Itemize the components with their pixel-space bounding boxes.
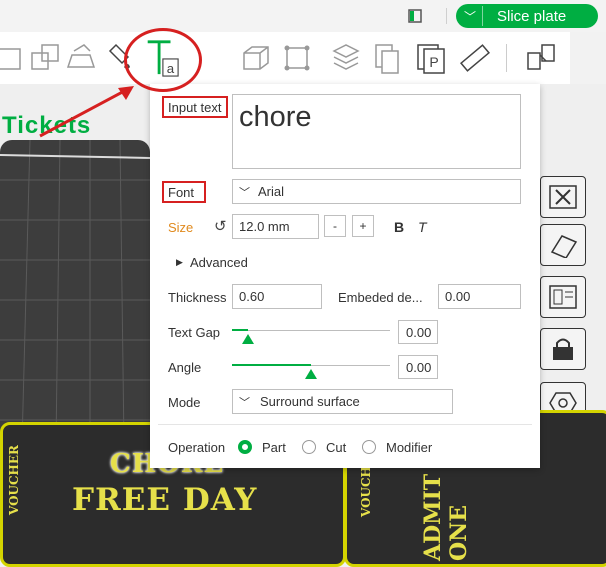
reset-icon[interactable]: ↺ bbox=[214, 217, 227, 235]
chevron-down-icon: ﹀ bbox=[239, 396, 250, 409]
admit-one-text: ADMIT ONE bbox=[420, 473, 472, 561]
close-box-icon[interactable] bbox=[540, 176, 586, 218]
lock-icon[interactable] bbox=[540, 328, 586, 370]
scale-box-icon[interactable] bbox=[278, 38, 316, 78]
operation-part-radio[interactable] bbox=[238, 440, 252, 454]
lay-flat-icon[interactable] bbox=[62, 38, 100, 78]
layout-icon[interactable] bbox=[408, 9, 422, 28]
slice-plate-button[interactable]: ﹀ Slice plate bbox=[456, 4, 598, 28]
mode-value: Surround surface bbox=[260, 394, 360, 409]
annotation-arrow bbox=[39, 86, 134, 138]
mode-select[interactable]: ﹀ Surround surface bbox=[232, 389, 453, 414]
plate-settings-icon[interactable] bbox=[540, 224, 586, 266]
angle-input[interactable]: 0.00 bbox=[398, 355, 438, 379]
chevron-down-icon: ﹀ bbox=[239, 186, 250, 199]
text-gap-input[interactable]: 0.00 bbox=[398, 320, 438, 344]
divider bbox=[446, 8, 447, 24]
operation-cut-radio[interactable] bbox=[302, 440, 316, 454]
text-tool-panel: Input text chore Font ﹀ Arial Size ↺ 12.… bbox=[150, 84, 540, 468]
angle-slider-handle[interactable] bbox=[305, 369, 317, 379]
free-day-3d-text: FREE DAY bbox=[72, 482, 258, 518]
cube-icon[interactable] bbox=[236, 38, 274, 78]
size-input[interactable]: 12.0 mm bbox=[232, 214, 319, 239]
operation-part-label[interactable]: Part bbox=[262, 440, 286, 455]
plate-glyph: P bbox=[429, 54, 438, 70]
size-decrease-button[interactable]: - bbox=[324, 215, 346, 237]
text-gap-slider-track[interactable] bbox=[232, 330, 390, 331]
plate-icon[interactable]: P bbox=[412, 38, 450, 78]
bold-button[interactable]: B bbox=[394, 219, 404, 235]
size-label: Size bbox=[168, 220, 194, 235]
toolbar-divider bbox=[506, 44, 507, 72]
advanced-toggle[interactable]: Advanced bbox=[190, 255, 248, 270]
embeded-depth-input[interactable]: 0.00 bbox=[438, 284, 521, 309]
angle-slider-fill bbox=[232, 364, 311, 366]
panel-divider bbox=[158, 424, 532, 425]
top-bar: ﹀ Slice plate bbox=[0, 0, 606, 32]
text-gap-label: Text Gap bbox=[168, 325, 221, 340]
layout-list-icon[interactable] bbox=[540, 276, 586, 318]
mode-label: Mode bbox=[168, 395, 201, 410]
input-text-field[interactable]: chore bbox=[232, 94, 521, 169]
chevron-down-icon[interactable]: ﹀ bbox=[458, 6, 483, 26]
italic-button[interactable]: T bbox=[418, 219, 427, 235]
voucher-text-left: VOUCHER bbox=[7, 445, 21, 516]
slice-plate-label: Slice plate bbox=[497, 7, 567, 25]
arrange-icon[interactable] bbox=[26, 38, 64, 78]
font-highlight bbox=[162, 181, 206, 203]
operation-modifier-radio[interactable] bbox=[362, 440, 376, 454]
measure-icon[interactable] bbox=[456, 38, 494, 78]
text-gap-slider-handle[interactable] bbox=[241, 334, 254, 344]
text-gap-slider-fill bbox=[232, 329, 248, 331]
caret-right-icon[interactable]: ▶ bbox=[176, 257, 183, 268]
rotate-icon[interactable] bbox=[0, 38, 28, 78]
embeded-depth-label: Embeded de... bbox=[338, 290, 423, 305]
operation-label: Operation bbox=[168, 440, 226, 455]
size-increase-button[interactable]: + bbox=[352, 215, 374, 237]
input-text-highlight bbox=[162, 96, 228, 118]
thickness-label: Thickness bbox=[168, 290, 227, 305]
thickness-input[interactable]: 0.60 bbox=[232, 284, 322, 309]
operation-modifier-label[interactable]: Modifier bbox=[386, 440, 432, 455]
font-value: Arial bbox=[258, 184, 285, 199]
angle-label: Angle bbox=[168, 360, 202, 375]
font-select[interactable]: ﹀ Arial bbox=[232, 179, 521, 204]
copy-icon[interactable] bbox=[368, 38, 406, 78]
assembly-icon[interactable] bbox=[522, 38, 560, 78]
operation-cut-label[interactable]: Cut bbox=[326, 440, 346, 455]
layers-icon[interactable] bbox=[326, 38, 364, 78]
